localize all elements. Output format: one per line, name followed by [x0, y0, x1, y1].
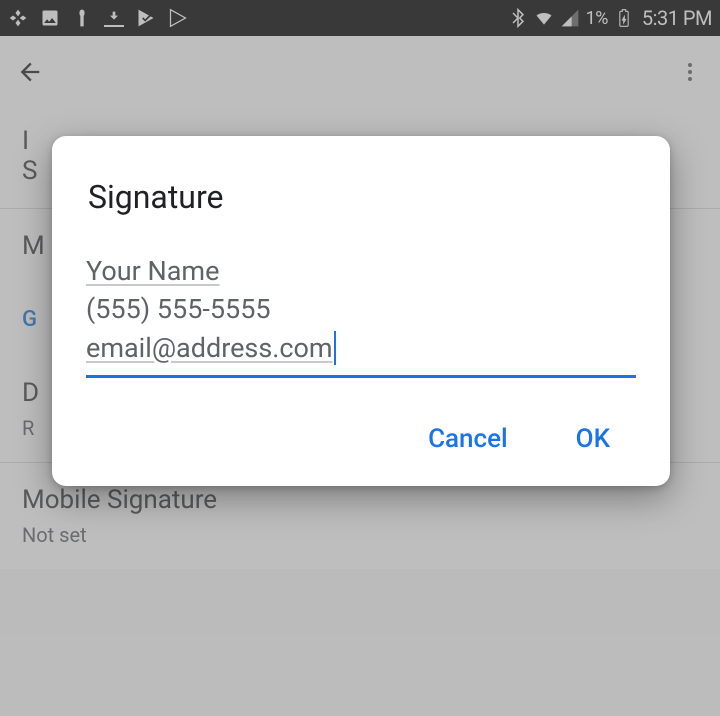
signature-textarea[interactable]: Your Name (555) 555-5555 email@address.c…: [86, 252, 636, 378]
ok-button[interactable]: OK: [576, 424, 610, 454]
signature-dialog: Signature Your Name (555) 555-5555 email…: [52, 136, 670, 486]
cancel-button[interactable]: Cancel: [428, 424, 508, 454]
dialog-title: Signature: [52, 178, 670, 216]
text-cursor: [334, 331, 336, 365]
